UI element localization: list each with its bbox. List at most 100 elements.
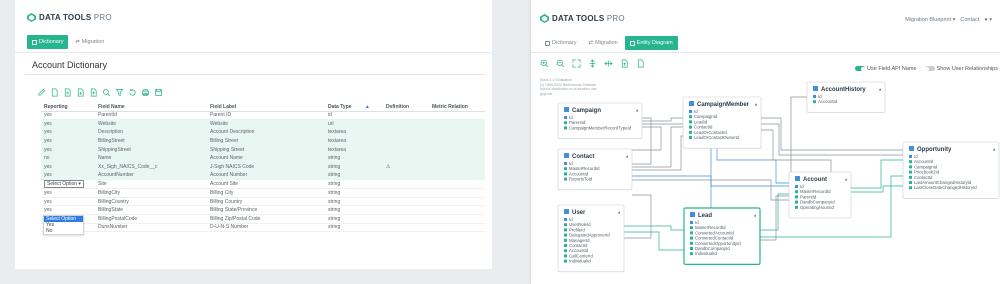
relationship-line xyxy=(761,129,832,172)
table-cell[interactable]: yes xyxy=(41,171,95,181)
entity-contact[interactable]: Contact ▴IdMasterRecordIdAccountIdReports… xyxy=(557,148,633,191)
dropdown-option[interactable]: No xyxy=(44,228,83,234)
entity-field: IndividualId xyxy=(569,259,591,264)
table-row[interactable]: yes AccountNumber Account Number string xyxy=(41,171,485,181)
field-key-icon xyxy=(564,126,567,130)
table-icon xyxy=(909,146,914,151)
column-header[interactable]: Metric Relation xyxy=(429,103,485,112)
table-cell[interactable]: yes xyxy=(41,136,95,146)
table-cell xyxy=(429,214,485,224)
filter-icon[interactable] xyxy=(115,88,124,97)
edit-icon[interactable] xyxy=(37,88,46,97)
table-cell xyxy=(383,128,429,138)
table-row[interactable]: yesBillingPostalCodeBilling Zip/Postal C… xyxy=(41,214,485,224)
table-cell: Shipping Street xyxy=(207,145,325,155)
field-key-icon xyxy=(795,195,798,199)
field-key-icon xyxy=(690,252,693,256)
table-row[interactable]: yes BillingState Billing State/Province str… xyxy=(41,205,485,216)
collapse-icon[interactable]: ▴ xyxy=(626,154,628,159)
table-row[interactable]: yes Website Website url xyxy=(41,119,485,129)
column-header[interactable]: Definition xyxy=(383,103,429,112)
entity-name: Contact xyxy=(572,154,594,160)
relationship-line xyxy=(624,231,684,251)
table-cell[interactable]: no xyxy=(41,153,95,164)
field-key-icon xyxy=(564,233,567,237)
table-cell[interactable]: yes xyxy=(41,119,95,129)
column-header[interactable]: Reporting xyxy=(41,103,95,112)
document-icon[interactable] xyxy=(50,88,59,97)
entity-name: AccountHistory xyxy=(821,87,866,93)
table-cell: string xyxy=(325,179,383,190)
entity-name: Opportunity xyxy=(917,147,952,153)
collapse-icon[interactable]: ▴ xyxy=(755,102,757,107)
table-icon xyxy=(690,212,695,217)
table-row[interactable]: yes ParentId Parent ID id xyxy=(41,111,485,121)
save-icon[interactable] xyxy=(154,88,163,97)
entity-accounthistory[interactable]: AccountHistory ▴IdAccountId xyxy=(806,81,886,113)
table-cell xyxy=(383,205,429,216)
column-header[interactable]: Field Name xyxy=(95,103,207,112)
table-cell: string xyxy=(325,223,383,233)
entity-user[interactable]: User ▴IdUserRoleIdProfileIdDelegatedAppro… xyxy=(557,204,625,273)
relationship-line xyxy=(642,117,683,122)
field-key-icon xyxy=(909,186,912,190)
table-cell: string xyxy=(325,171,383,181)
relationship-line xyxy=(851,185,903,193)
table-row[interactable]: yes ShippingStreet Shipping Street textarea xyxy=(41,145,485,155)
field-key-icon xyxy=(564,254,567,258)
collapse-icon[interactable]: ▴ xyxy=(879,87,881,92)
entity-opportunity[interactable]: Opportunity ▴IdAccountIdCampaignIdPricebo… xyxy=(902,141,1000,199)
table-cell xyxy=(383,197,429,207)
table-cell: string xyxy=(325,153,383,164)
document-copy-icon[interactable] xyxy=(63,88,72,97)
collapse-icon[interactable]: ▴ xyxy=(845,177,847,182)
table-cell: Website xyxy=(207,119,325,129)
collapse-icon[interactable]: ▴ xyxy=(618,210,620,215)
field-key-icon xyxy=(564,121,567,125)
print-icon[interactable] xyxy=(141,88,150,97)
dictionary-window: DATA TOOLS PRO Dictionary ⇄ Migration Ac… xyxy=(15,0,492,269)
collapse-icon[interactable]: ▴ xyxy=(754,213,756,218)
table-cell[interactable]: yes xyxy=(41,205,95,216)
tab-dictionary[interactable]: Dictionary xyxy=(27,35,69,49)
table-row[interactable]: yes Description Account Description textare… xyxy=(41,128,485,138)
collapse-icon[interactable]: ▴ xyxy=(993,147,995,152)
search-icon[interactable] xyxy=(102,88,111,97)
entity-account[interactable]: Account ▴IdMasterRecordIdParentIdDandbCom… xyxy=(788,171,852,219)
entity-campaign[interactable]: Campaign ▴IdParentIdCampaignMemberRecordT… xyxy=(557,102,643,139)
relationship-line xyxy=(632,175,789,187)
table-row[interactable]: yes Xx_Sigh_NAICS_Code__c J-Sigh NAICS Cod… xyxy=(41,162,485,172)
table-cell[interactable]: yes xyxy=(41,128,95,138)
reporting-select[interactable]: Select Option ▾ xyxy=(44,180,84,188)
table-cell[interactable]: Select Option ▾ xyxy=(41,179,95,190)
entity-campaignmember[interactable]: CampaignMember ▴IdCampaignIdLeadIdContact… xyxy=(682,96,762,149)
sort-arrow-icon: ▲ xyxy=(364,103,370,110)
table-row[interactable]: no Name Account Name string xyxy=(41,153,485,164)
collapse-icon[interactable]: ▴ xyxy=(636,108,638,113)
tab-migration[interactable]: ⇄ Migration xyxy=(70,35,109,49)
table-cell[interactable]: yes xyxy=(41,197,95,207)
document-add-icon[interactable] xyxy=(76,88,85,97)
table-cell: Billing Country xyxy=(207,197,325,207)
table-cell: Billing City xyxy=(207,188,325,198)
entity-diagram-canvas[interactable]: Campaign ▴IdParentIdCampaignMemberRecordT… xyxy=(531,0,1000,284)
column-header[interactable]: Field Label xyxy=(207,103,325,112)
document-export-icon[interactable] xyxy=(89,88,98,97)
table-row[interactable]: yes BillingStreet Billing Street textarea xyxy=(41,136,485,146)
table-cell: D-U-N-S Number xyxy=(207,223,325,233)
table-cell: ShippingStreet xyxy=(95,145,207,155)
reset-icon[interactable] xyxy=(128,88,137,97)
table-cell[interactable]: yes xyxy=(41,145,95,155)
brand-logo[interactable]: DATA TOOLS PRO xyxy=(27,13,112,22)
table-row[interactable]: yes BillingCountry Billing Country string xyxy=(41,197,485,207)
table-row[interactable]: yes BillingCity Billing City string xyxy=(41,188,485,198)
table-cell[interactable]: yes xyxy=(41,162,95,172)
table-cell[interactable]: yes xyxy=(41,188,95,198)
entity-field: IndividualId xyxy=(695,251,717,256)
table-cell[interactable]: yes xyxy=(41,111,95,121)
field-key-icon xyxy=(564,244,567,247)
entity-lead[interactable]: Lead ▴IdMasterRecordIdConvertedAccountIdC… xyxy=(683,207,761,266)
column-header[interactable]: Data Type ▲ xyxy=(325,103,383,112)
table-row[interactable]: yesDunsNumberD-U-N-S Numberstring xyxy=(41,223,485,233)
table-row[interactable]: Select Option ▾ Site Account Site string xyxy=(41,179,485,190)
